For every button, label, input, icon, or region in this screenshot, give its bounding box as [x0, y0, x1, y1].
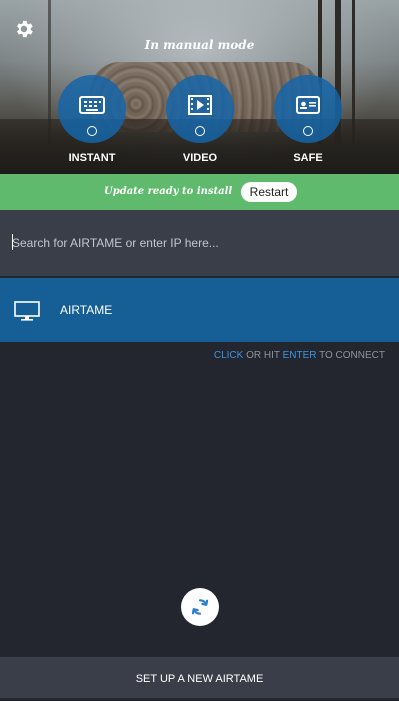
- gear-icon[interactable]: [13, 18, 35, 40]
- connect-hint: CLICK OR HIT ENTER TO CONNECT: [214, 350, 385, 361]
- update-banner: Update ready to install Restart: [0, 174, 399, 210]
- mode-indicator: [87, 126, 97, 136]
- video-mode-button[interactable]: [166, 75, 234, 143]
- device-row[interactable]: AIRTAME: [0, 278, 399, 342]
- hint-click: CLICK: [213, 350, 244, 361]
- refresh-icon: [191, 599, 209, 615]
- update-message: Update ready to install: [104, 186, 233, 197]
- hint-enter: ENTER: [282, 350, 317, 361]
- device-name: AIRTAME: [60, 303, 113, 317]
- search-input[interactable]: [12, 234, 382, 252]
- refresh-button[interactable]: [181, 588, 219, 626]
- mode-indicator: [195, 126, 205, 136]
- video-icon: [188, 95, 212, 115]
- keyboard-icon: [79, 96, 105, 114]
- setup-new-airtame-button[interactable]: SET UP A NEW AIRTAME: [0, 657, 399, 698]
- hint-text: TO CONNECT: [316, 350, 385, 361]
- instant-mode-button[interactable]: [58, 75, 126, 143]
- text-cursor: [12, 234, 13, 250]
- mode-indicator: [303, 126, 313, 136]
- safe-mode-button[interactable]: [274, 75, 342, 143]
- card-icon: [296, 96, 320, 114]
- mode-label-instant: INSTANT: [68, 152, 116, 164]
- hint-text: OR HIT: [243, 350, 283, 361]
- mode-status: In manual mode: [144, 38, 255, 52]
- monitor-icon: [14, 301, 40, 321]
- restart-button[interactable]: Restart: [241, 182, 297, 202]
- mode-label-safe: SAFE: [293, 152, 323, 164]
- search-bar: [0, 210, 399, 276]
- mode-label-video: VIDEO: [182, 152, 218, 164]
